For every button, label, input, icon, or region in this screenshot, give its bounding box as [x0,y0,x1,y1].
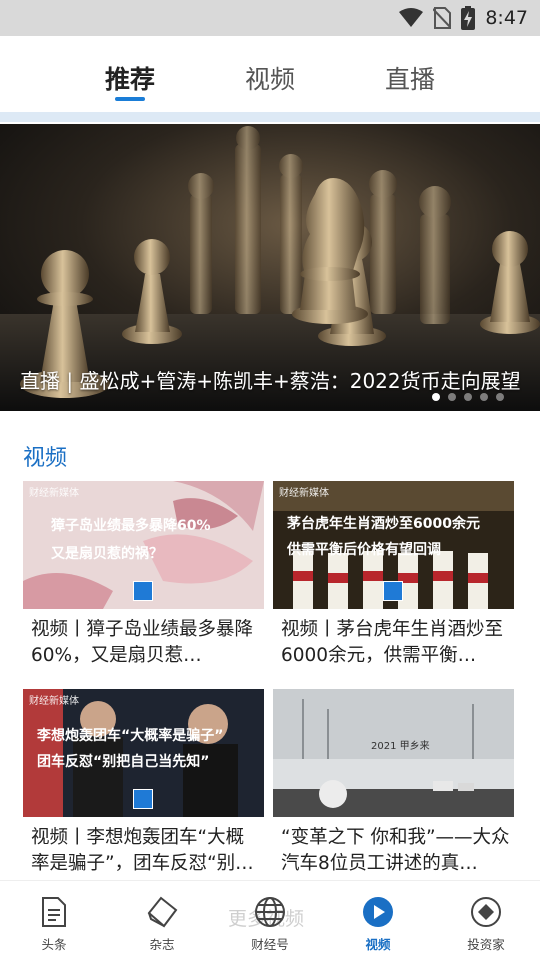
status-icons: 8:47 [399,6,528,30]
thumbnail-headline: 茅台虎年生肖酒炒至6000余元 [287,516,480,532]
carousel-indicator [432,393,504,401]
nav-item-headlines[interactable]: 头条 [14,894,94,953]
nav-label: 投资家 [467,937,505,952]
tab-recommended[interactable]: 推荐 [102,60,158,96]
nav-item-investor[interactable]: 投资家 [446,894,526,953]
video-card-title[interactable]: 视频丨茅台虎年生肖酒炒至6000余元，供需平衡… [273,617,514,669]
banner-carousel[interactable]: 直播 | 盛松成+管涛+陈凯丰+蔡浩：2022货币走向展望 [0,124,540,411]
magazine-icon [147,896,178,928]
nav-label: 头条 [41,937,67,952]
section-title-video[interactable]: 视频 [23,440,67,472]
wifi-icon [399,8,424,27]
diamond-target-icon [471,897,501,927]
thumbnail-headline: 獐子岛业绩最多暴降60% [51,518,211,534]
video-thumbnail[interactable]: 财经新媒体 李想炮轰团车“大概率是骗子” 团车反怼“别把自己当先知” [23,689,264,817]
thumbnail-subheadline: 团车反怼“别把自己当先知” [37,754,210,770]
active-tab-indicator [115,97,145,101]
nav-label: 财经号 [251,937,289,952]
brand-logo-icon [383,581,403,601]
banner-caption[interactable]: 直播 | 盛松成+管涛+陈凯丰+蔡浩：2022货币走向展望 [20,365,521,394]
status-bar: 8:47 [0,0,540,36]
tab-video[interactable]: 视频 [242,60,298,96]
carousel-dot[interactable] [496,393,504,401]
video-card[interactable]: 2021 甲乡来 “变革之下 你和我”——大众汽车8位员工讲述的真… [273,689,514,877]
thumbnail-headline: 2021 甲乡来 [371,741,430,752]
tea-table-image [273,689,514,817]
no-sim-icon [433,7,452,29]
thumbnail-subheadline: 供需平衡后价格有望回调 [287,542,441,558]
brand-watermark: 财经新媒体 [29,488,79,499]
document-icon [42,897,66,927]
video-card[interactable]: 财经新媒体 李想炮轰团车“大概率是骗子” 团车反怼“别把自己当先知” 视频丨李想… [23,689,264,877]
nav-label: 视频 [365,937,391,952]
nav-item-video[interactable]: 视频 [338,894,418,953]
tab-live[interactable]: 直播 [382,60,438,96]
clock: 8:47 [485,7,528,29]
carousel-dot[interactable] [448,393,456,401]
video-thumbnail[interactable]: 2021 甲乡来 [273,689,514,817]
brand-logo-icon [133,789,153,809]
video-card-title[interactable]: “变革之下 你和我”——大众汽车8位员工讲述的真… [273,825,514,877]
top-tab-bar: 推荐 视频 直播 [0,36,540,112]
nav-label: 杂志 [149,937,175,952]
carousel-dot[interactable] [464,393,472,401]
nav-item-finance-accounts[interactable]: 财经号 [230,894,310,953]
carousel-dot[interactable] [480,393,488,401]
divider [0,112,540,122]
play-icon [363,897,393,927]
brand-logo-icon [133,581,153,601]
thumbnail-subheadline: 又是扇贝惹的祸？ [51,546,163,562]
thumbnail-headline: 李想炮轰团车“大概率是骗子” [37,728,224,744]
video-card[interactable]: 财经新媒体 茅台虎年生肖酒炒至6000余元 供需平衡后价格有望回调 视频丨茅台虎… [273,481,514,669]
video-thumbnail[interactable]: 财经新媒体 獐子岛业绩最多暴降60% 又是扇贝惹的祸？ [23,481,264,609]
globe-icon [255,897,285,927]
video-card-title[interactable]: 视频丨李想炮轰团车“大概率是骗子”，团车反怼“别… [23,825,264,877]
video-card-title[interactable]: 视频丨獐子岛业绩最多暴降60%，又是扇贝惹… [23,617,264,669]
battery-charging-icon [461,6,476,30]
brand-watermark: 财经新媒体 [279,488,329,499]
brand-watermark: 财经新媒体 [29,696,79,707]
video-thumbnail[interactable]: 财经新媒体 茅台虎年生肖酒炒至6000余元 供需平衡后价格有望回调 [273,481,514,609]
video-card[interactable]: 财经新媒体 獐子岛业绩最多暴降60% 又是扇贝惹的祸？ 视频丨獐子岛业绩最多暴降… [23,481,264,669]
carousel-dot[interactable] [432,393,440,401]
nav-item-magazine[interactable]: 杂志 [122,894,202,953]
